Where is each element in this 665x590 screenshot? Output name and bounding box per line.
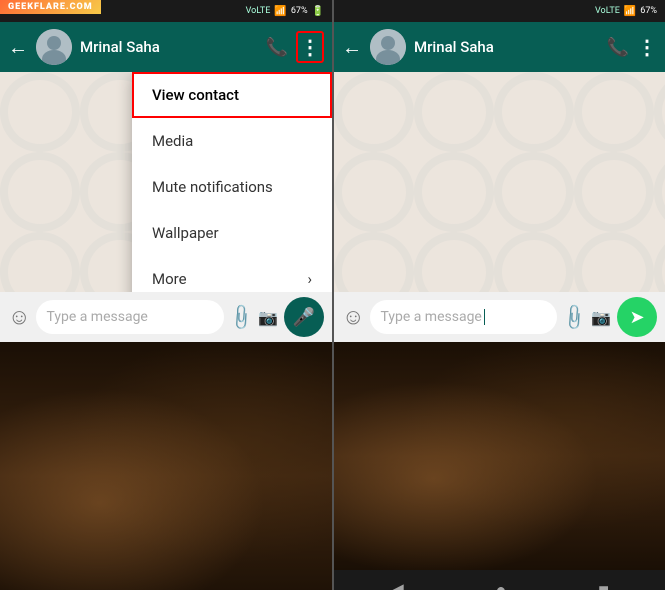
network-right: VoLTE <box>595 6 620 16</box>
mic-button-right[interactable]: ➤ <box>617 297 657 337</box>
whatsapp-header: ← Mrinal Saha 📞 ⋮ <box>0 22 332 72</box>
network-indicator: VoLTE <box>246 6 271 16</box>
more-options-button-right[interactable]: ⋮ <box>637 35 657 59</box>
contact-info-right: Mrinal Saha <box>414 38 599 56</box>
phone-call-button-right[interactable]: 📞 <box>607 37 629 58</box>
chat-area: View contact Media Mute notifications Wa… <box>0 72 332 292</box>
watermark-badge: geekflare.com <box>0 0 101 14</box>
menu-item-media[interactable]: Media <box>132 118 332 164</box>
menu-item-mute[interactable]: Mute notifications <box>132 164 332 210</box>
menu-item-view-contact[interactable]: View contact <box>132 72 332 118</box>
menu-item-more[interactable]: More › <box>132 256 332 292</box>
contact-info: Mrinal Saha <box>80 38 258 56</box>
more-options-button[interactable]: ⋮ <box>296 31 324 63</box>
message-input-bar-left: ☺ Type a message 📎 📷 🎤 <box>0 292 332 342</box>
keyboard-right: G Thanks I 🎤 We 1 2 3 4 5 6 7 8 9 0 <box>334 342 665 570</box>
keyboard-left: G Thanks I 🎤 We 1 2 3 4 5 6 7 8 9 0 <box>0 342 332 590</box>
contact-name: Mrinal Saha <box>80 38 258 56</box>
battery-text: 67% <box>291 6 308 16</box>
message-input-right[interactable]: Type a message <box>370 300 556 334</box>
signal-right: 📶 <box>624 6 636 17</box>
message-input-bar-right: ☺ Type a message 📎 📷 ➤ <box>334 292 665 342</box>
attach-button-right[interactable]: 📎 <box>559 302 590 333</box>
status-bar-right: VoLTE 📶 67% <box>334 0 665 22</box>
camera-button-right[interactable]: 📷 <box>591 308 611 327</box>
contact-avatar <box>36 29 72 65</box>
bottom-nav-right: ◀ ● ■ <box>334 570 665 590</box>
home-nav-icon[interactable]: ● <box>496 580 507 590</box>
dropdown-menu: View contact Media Mute notifications Wa… <box>132 72 332 292</box>
chat-wallpaper-right <box>334 72 665 292</box>
attach-button-left[interactable]: 📎 <box>226 302 257 333</box>
more-arrow-icon: › <box>307 270 312 288</box>
battery-right: 67% <box>640 6 657 16</box>
chat-area-right <box>334 72 665 292</box>
text-cursor <box>484 309 485 325</box>
back-button[interactable]: ← <box>8 35 28 60</box>
emoji-button-right[interactable]: ☺ <box>342 304 364 330</box>
phone-call-button[interactable]: 📞 <box>266 37 288 58</box>
battery-icon: 🔋 <box>312 6 324 17</box>
whatsapp-header-right: ← Mrinal Saha 📞 ⋮ <box>334 22 665 72</box>
signal-icon: 📶 <box>274 6 286 17</box>
split-screen: geekflare.com VoLTE 📶 67% 🔋 ← Mrinal Sah… <box>0 0 665 590</box>
emoji-button-left[interactable]: ☺ <box>8 304 30 330</box>
message-input-left[interactable]: Type a message <box>36 300 223 334</box>
mic-button-left[interactable]: 🎤 <box>284 297 324 337</box>
contact-avatar-right <box>370 29 406 65</box>
camera-button-left[interactable]: 📷 <box>258 308 278 327</box>
left-phone-half: geekflare.com VoLTE 📶 67% 🔋 ← Mrinal Sah… <box>0 0 332 590</box>
message-placeholder-left: Type a message <box>46 309 147 325</box>
recents-nav-icon[interactable]: ■ <box>598 580 609 590</box>
right-phone-half: VoLTE 📶 67% ← Mrinal Saha 📞 ⋮ <box>332 0 665 590</box>
back-nav-icon[interactable]: ◀ <box>390 580 404 590</box>
back-button-right[interactable]: ← <box>342 35 362 60</box>
contact-name-right: Mrinal Saha <box>414 38 599 56</box>
message-placeholder-right: Type a message <box>380 309 481 325</box>
menu-item-wallpaper[interactable]: Wallpaper <box>132 210 332 256</box>
